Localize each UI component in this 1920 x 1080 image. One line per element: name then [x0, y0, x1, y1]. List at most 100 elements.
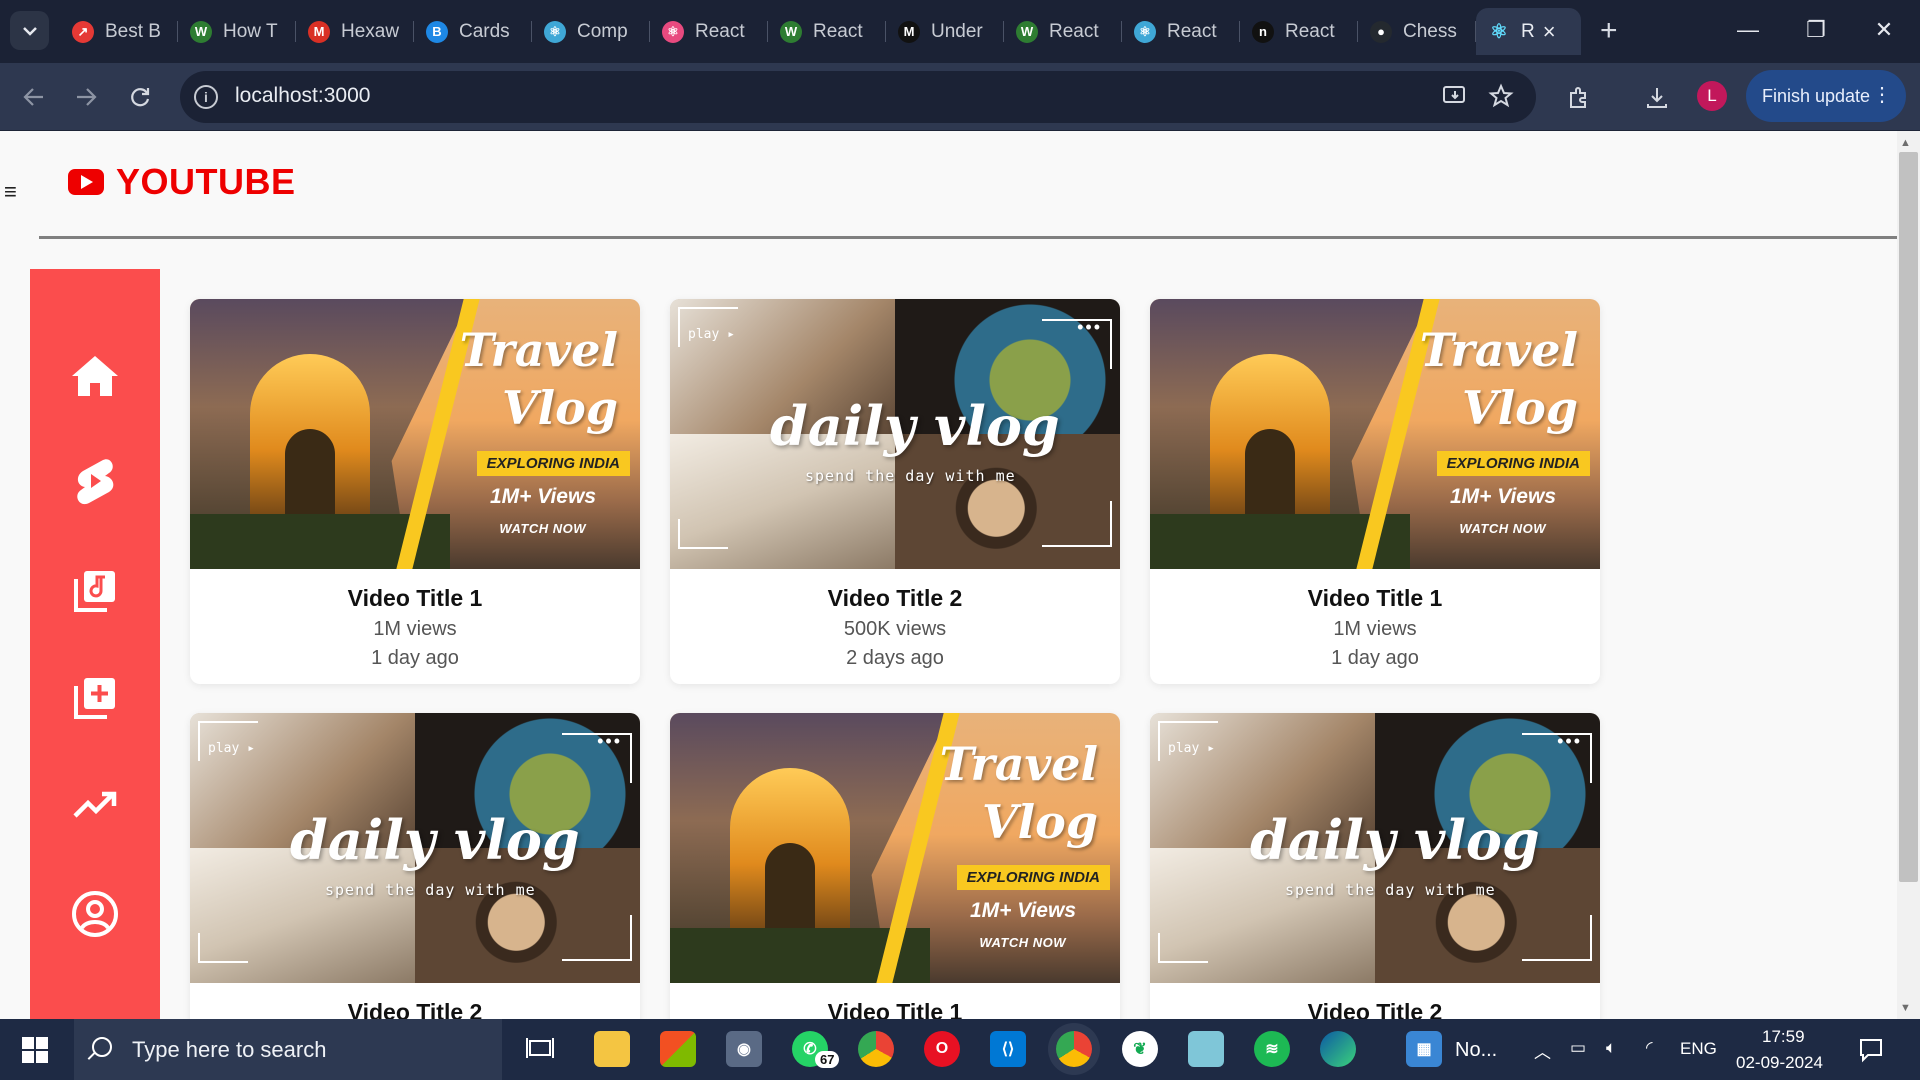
sidebar-item-account[interactable]: [64, 883, 126, 945]
windows-start-icon[interactable]: [22, 1037, 48, 1063]
download-icon[interactable]: [1644, 85, 1670, 111]
video-card[interactable]: play ▸ ••• daily vlog spend the day with me…: [190, 713, 640, 1019]
tab-search-button[interactable]: [10, 11, 49, 50]
browser-toolbar: i localhost:3000 L Finish update ⋮: [0, 63, 1920, 131]
thumbnail-frame: [1042, 501, 1112, 547]
video-title[interactable]: Video Title 1: [1150, 585, 1600, 612]
video-thumbnail[interactable]: Travel Vlog EXPLORING INDIA 1M+ Views WATCH …: [670, 713, 1120, 983]
browser-tab[interactable]: ⚛ React: [1122, 8, 1240, 55]
back-button[interactable]: [14, 77, 54, 117]
taskbar-search-box[interactable]: Type here to search: [74, 1019, 502, 1080]
video-thumbnail[interactable]: Travel Vlog EXPLORING INDIA 1M+ Views WATCH …: [1150, 299, 1600, 569]
brand-logo[interactable]: YOUTUBE: [68, 161, 296, 203]
chrome-profile-icon[interactable]: [1056, 1031, 1092, 1067]
tray-overflow-icon[interactable]: ︿: [1534, 1038, 1551, 1063]
mongodb-compass-icon[interactable]: ❦: [1122, 1031, 1158, 1067]
spotify-icon[interactable]: ≋: [1254, 1031, 1290, 1067]
vscode-icon[interactable]: ⟨⟩: [990, 1031, 1026, 1067]
notepad-icon[interactable]: [1188, 1031, 1224, 1067]
home-icon: [72, 356, 118, 396]
restore-button[interactable]: ❐: [1786, 10, 1846, 50]
video-title[interactable]: Video Title 2: [1150, 999, 1600, 1019]
reload-button[interactable]: [120, 77, 160, 117]
thumbnail-dots: •••: [597, 731, 622, 751]
scroll-up-arrow-icon[interactable]: ▲: [1900, 137, 1911, 149]
install-app-icon[interactable]: [1442, 83, 1468, 109]
forward-button[interactable]: [66, 77, 106, 117]
video-title[interactable]: Video Title 2: [190, 999, 640, 1019]
sidebar-item-add-playlist[interactable]: [64, 667, 126, 729]
language-indicator[interactable]: ENG: [1680, 1039, 1717, 1059]
scroll-down-arrow-icon[interactable]: ▼: [1900, 1002, 1911, 1014]
address-bar[interactable]: i localhost:3000: [180, 71, 1536, 123]
profile-avatar[interactable]: L: [1697, 81, 1727, 111]
video-thumbnail[interactable]: Travel Vlog EXPLORING INDIA 1M+ Views WATCH …: [190, 299, 640, 569]
pinned-app-label[interactable]: No...: [1455, 1039, 1497, 1062]
thumbnail-play-tag: play ▸: [688, 327, 735, 342]
url-text[interactable]: localhost:3000: [235, 84, 370, 108]
sidebar-item-home[interactable]: [64, 345, 126, 407]
site-info-icon[interactable]: i: [194, 85, 218, 109]
microsoft-store-icon[interactable]: [660, 1031, 696, 1067]
wifi-icon[interactable]: ◜: [1646, 1038, 1653, 1058]
video-thumbnail[interactable]: play ▸ ••• daily vlog spend the day with me: [670, 299, 1120, 569]
thumbnail-views: 1M+ Views: [1449, 485, 1556, 508]
chrome-icon[interactable]: [858, 1031, 894, 1067]
tab-favicon-icon: ↗: [72, 20, 94, 43]
file-explorer-icon[interactable]: [594, 1031, 630, 1067]
new-tab-button[interactable]: +: [1600, 14, 1618, 48]
clock-date[interactable]: 02-09-2024: [1736, 1053, 1823, 1073]
clock-time[interactable]: 17:59: [1762, 1027, 1805, 1047]
video-card[interactable]: play ▸ ••• daily vlog spend the day with me…: [670, 299, 1120, 684]
video-thumbnail[interactable]: play ▸ ••• daily vlog spend the day with me: [190, 713, 640, 983]
browser-tab[interactable]: n React: [1240, 8, 1358, 55]
tab-favicon-icon: ⚛: [1134, 20, 1156, 43]
volume-icon[interactable]: 🔈︎: [1606, 1038, 1616, 1058]
browser-tab[interactable]: W How T: [178, 8, 296, 55]
video-title[interactable]: Video Title 1: [190, 585, 640, 612]
sidebar-item-library[interactable]: [64, 560, 126, 622]
task-view-icon[interactable]: [522, 1031, 558, 1067]
tab-title: React: [813, 20, 863, 42]
tab-favicon-icon: B: [426, 20, 448, 43]
sidebar-item-shorts[interactable]: [64, 451, 126, 513]
video-card[interactable]: Travel Vlog EXPLORING INDIA 1M+ Views WATCH …: [670, 713, 1120, 1019]
browser-tab[interactable]: ⚛ Comp: [532, 8, 650, 55]
edge-icon[interactable]: [1320, 1031, 1356, 1067]
video-card[interactable]: Travel Vlog EXPLORING INDIA 1M+ Views WATCH …: [1150, 299, 1600, 684]
opera-icon[interactable]: O: [924, 1031, 960, 1067]
browser-tab[interactable]: B Cards: [414, 8, 532, 55]
browser-tab[interactable]: ⚛ React: [650, 8, 768, 55]
active-tab[interactable]: ⚛ R ×: [1476, 8, 1581, 55]
extensions-icon[interactable]: [1566, 85, 1592, 111]
thumbnail-play-tag: play ▸: [1168, 741, 1215, 756]
camera-icon[interactable]: ◉: [726, 1031, 762, 1067]
notifications-icon[interactable]: [1858, 1037, 1884, 1063]
browser-tab[interactable]: M Hexaw: [296, 8, 414, 55]
tab-title: How T: [223, 20, 278, 42]
battery-icon[interactable]: ▭: [1570, 1038, 1586, 1058]
browser-tab[interactable]: ● Chess: [1358, 8, 1476, 55]
finish-update-button[interactable]: Finish update ⋮: [1746, 70, 1906, 122]
thumbnail-views: 1M+ Views: [969, 899, 1076, 922]
video-title[interactable]: Video Title 1: [670, 999, 1120, 1019]
close-tab-icon[interactable]: ×: [1543, 19, 1556, 45]
browser-tab[interactable]: ↗ Best B: [60, 8, 178, 55]
close-window-button[interactable]: ✕: [1854, 10, 1914, 50]
pinned-app-icon[interactable]: ▦: [1406, 1031, 1442, 1067]
thumbnail-heading: Travel Vlog: [459, 323, 618, 435]
video-card[interactable]: play ▸ ••• daily vlog spend the day with me…: [1150, 713, 1600, 1019]
browser-tab[interactable]: M Under: [886, 8, 1004, 55]
scrollbar-thumb[interactable]: [1899, 152, 1918, 882]
minimize-button[interactable]: —: [1718, 10, 1778, 50]
bookmark-star-icon[interactable]: [1488, 83, 1514, 109]
browser-tab[interactable]: W React: [1004, 8, 1122, 55]
hamburger-menu-icon[interactable]: ≡: [4, 179, 17, 205]
tab-title: React: [695, 20, 745, 42]
video-thumbnail[interactable]: play ▸ ••• daily vlog spend the day with me: [1150, 713, 1600, 983]
video-title[interactable]: Video Title 2: [670, 585, 1120, 612]
more-options-icon[interactable]: ⋮: [1872, 82, 1892, 107]
sidebar-item-trending[interactable]: [64, 774, 126, 836]
video-card[interactable]: Travel Vlog EXPLORING INDIA 1M+ Views WATCH …: [190, 299, 640, 684]
browser-tab[interactable]: W React: [768, 8, 886, 55]
